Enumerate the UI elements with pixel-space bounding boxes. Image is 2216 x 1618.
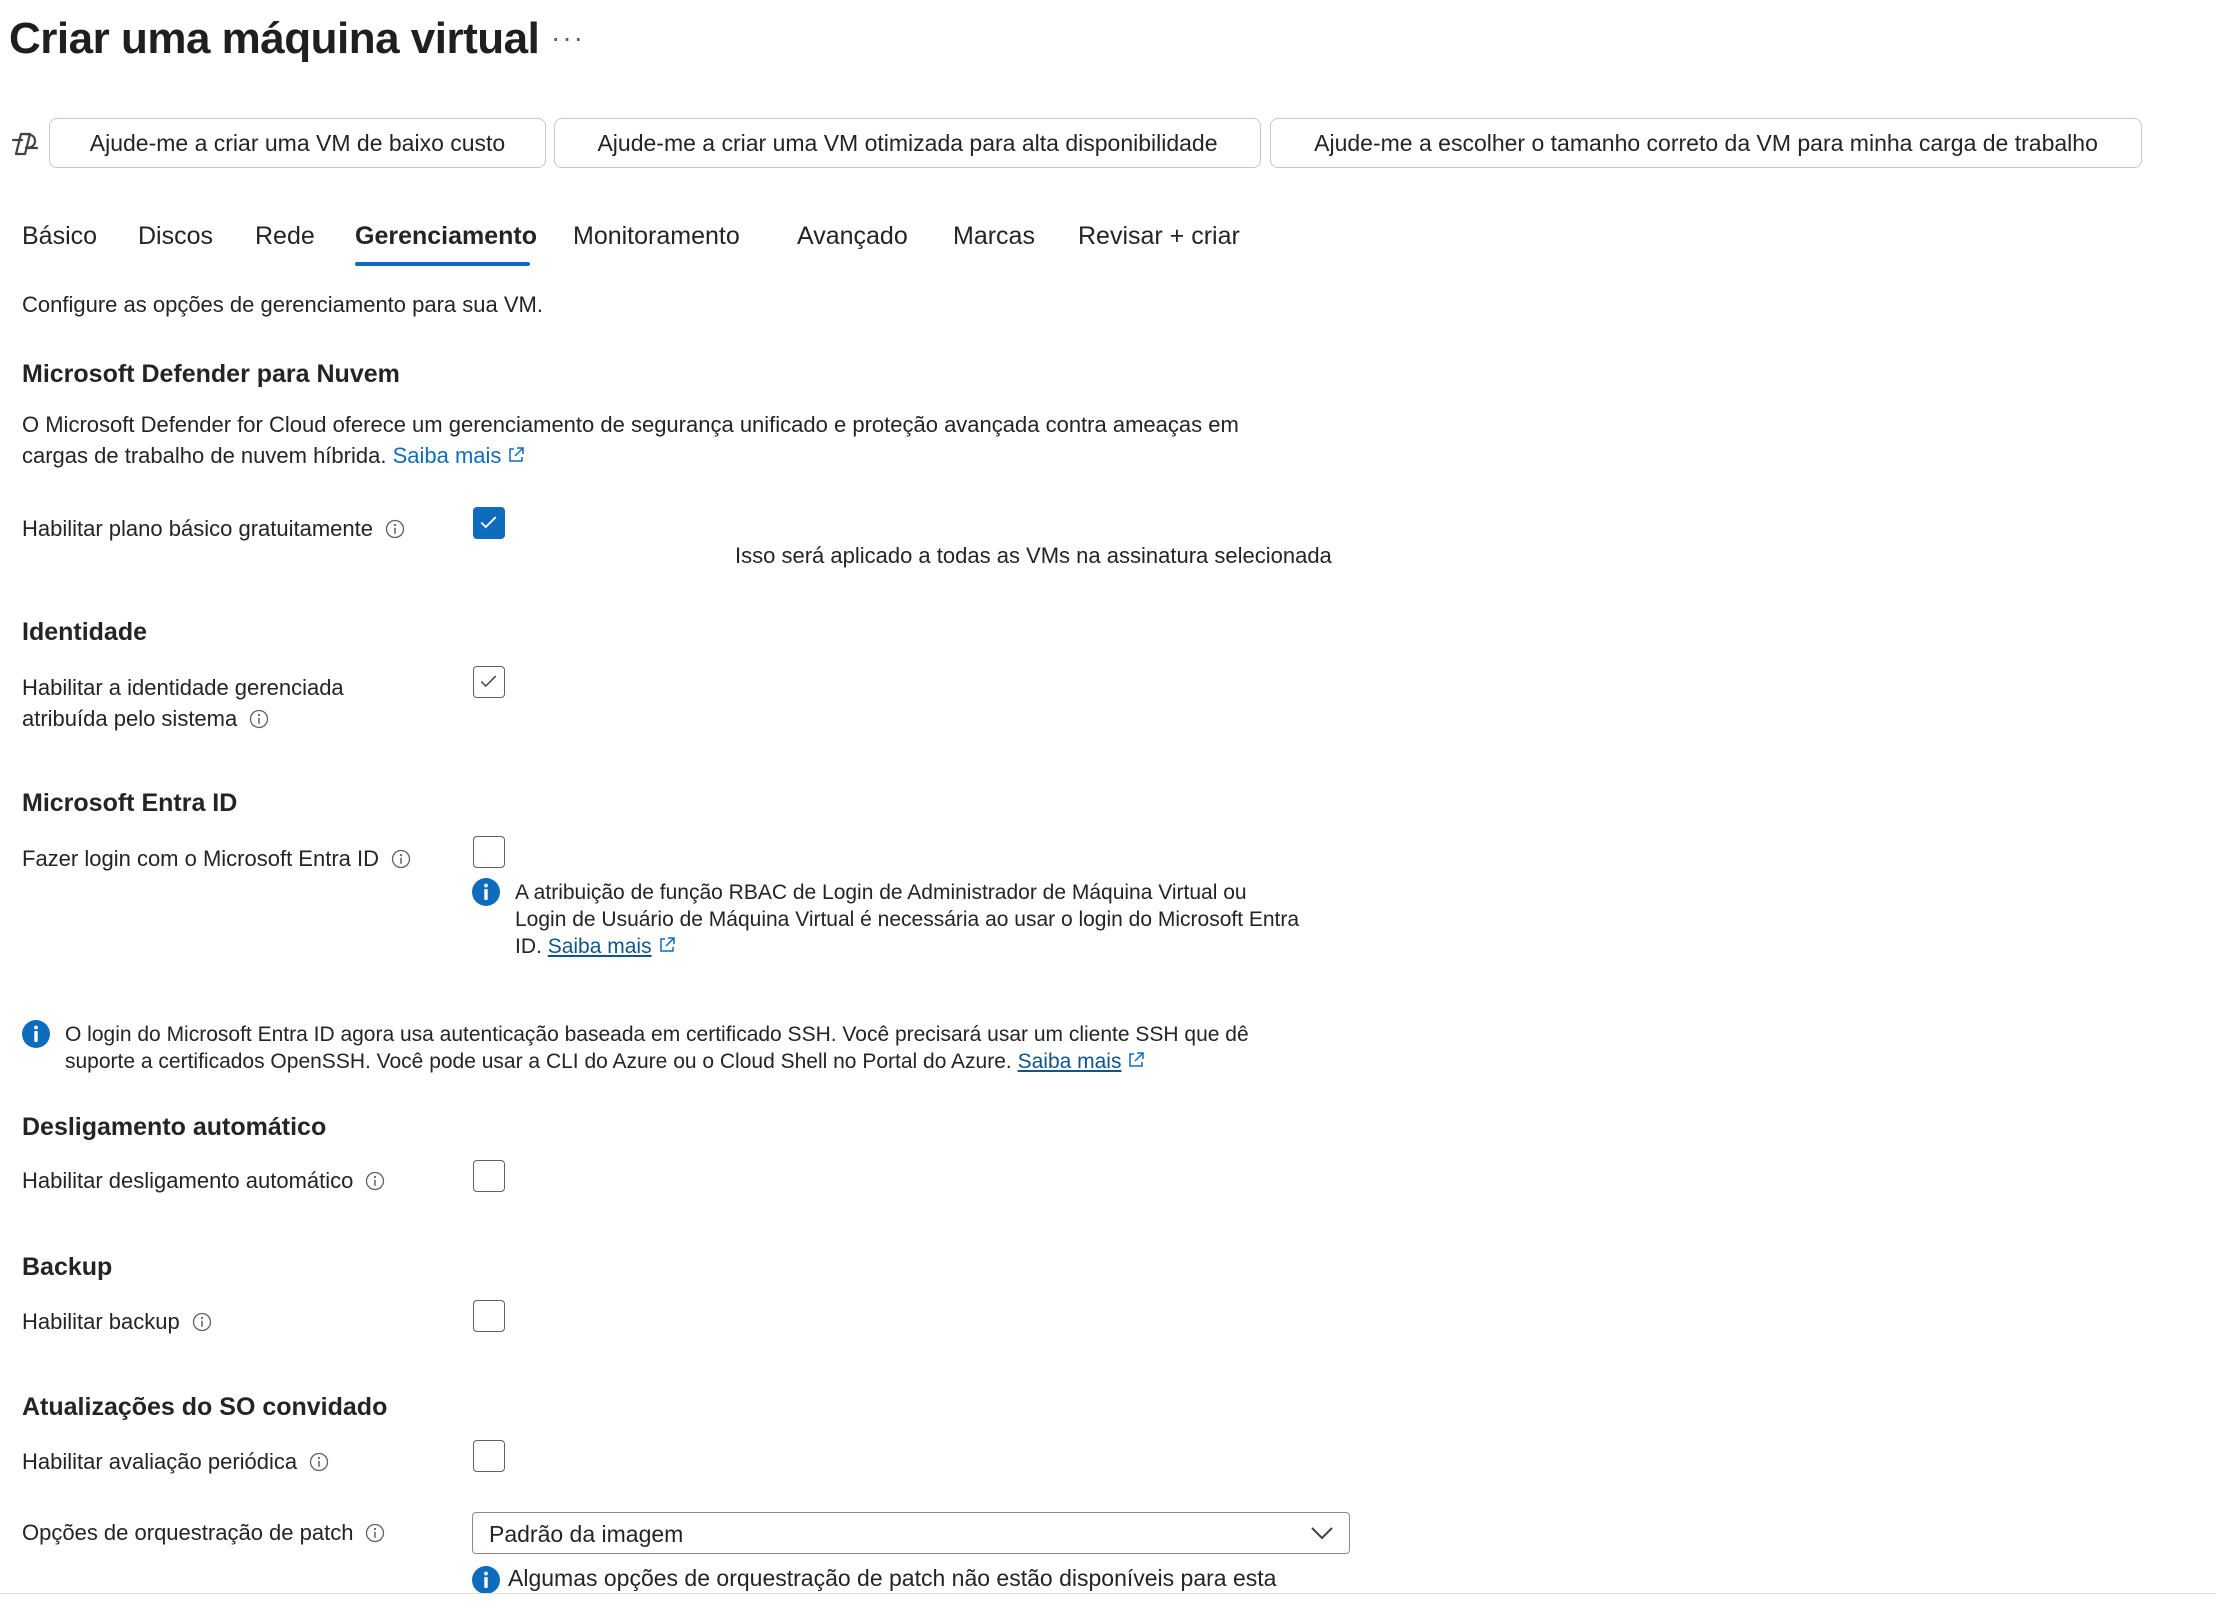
guest-updates-heading: Atualizações do SO convidado (22, 1393, 388, 1421)
defender-description-line1: O Microsoft Defender for Cloud oferece u… (22, 412, 1239, 437)
active-tab-indicator (355, 262, 530, 266)
autoshutdown-label: Habilitar desligamento automático (22, 1165, 385, 1196)
patch-orchestration-value: Padrão da imagem (489, 1521, 684, 1547)
info-badge-icon (472, 1566, 500, 1594)
copilot-chip-high-availability[interactable]: Ajude-me a criar uma VM otimizada para a… (554, 118, 1261, 168)
autoshutdown-heading: Desligamento automático (22, 1113, 327, 1141)
entra-login-checkbox[interactable] (473, 836, 505, 868)
info-icon[interactable] (385, 519, 405, 539)
copilot-chip-vm-size[interactable]: Ajude-me a escolher o tamanho correto da… (1270, 118, 2142, 168)
check-icon (480, 516, 497, 529)
patch-orchestration-label: Opções de orquestração de patch (22, 1517, 385, 1548)
tab-rede[interactable]: Rede (255, 222, 315, 251)
rbac-note-line1: A atribuição de função RBAC de Login de … (515, 881, 1247, 904)
entra-login-label: Fazer login com o Microsoft Entra ID (22, 843, 411, 874)
info-badge-icon (22, 1020, 50, 1048)
entra-heading: Microsoft Entra ID (22, 789, 238, 817)
tab-marcas[interactable]: Marcas (953, 222, 1035, 251)
backup-heading: Backup (22, 1253, 113, 1281)
defender-heading: Microsoft Defender para Nuvem (22, 360, 400, 388)
ssh-note-line2: suporte a certificados OpenSSH. Você pod… (65, 1048, 1145, 1075)
backup-checkbox[interactable] (473, 1300, 505, 1332)
defender-description-line2: cargas de trabalho de nuvem híbrida. Sai… (22, 440, 525, 471)
periodic-assessment-checkbox[interactable] (473, 1440, 505, 1472)
info-icon[interactable] (192, 1312, 212, 1332)
info-icon[interactable] (365, 1523, 385, 1543)
periodic-assessment-label: Habilitar avaliação periódica (22, 1446, 329, 1477)
check-icon (480, 675, 497, 688)
backup-label: Habilitar backup (22, 1306, 212, 1337)
tab-monitoramento[interactable]: Monitoramento (573, 222, 740, 251)
info-icon[interactable] (391, 849, 411, 869)
intro-text: Configure as opções de gerenciamento par… (22, 292, 543, 317)
identity-label-line2: atribuída pelo sistema (22, 703, 269, 734)
copilot-icon (11, 132, 39, 156)
patch-note: Algumas opções de orquestração de patch … (508, 1565, 1277, 1591)
tab-avancado[interactable]: Avançado (797, 222, 908, 251)
ssh-note-line1: O login do Microsoft Entra ID agora usa … (65, 1023, 1249, 1046)
tab-revisar-criar[interactable]: Revisar + criar (1078, 222, 1240, 251)
identity-label-line1: Habilitar a identidade gerenciada (22, 675, 344, 700)
defender-learn-more-link[interactable]: Saiba mais (393, 443, 526, 468)
info-icon[interactable] (309, 1452, 329, 1472)
rbac-note-line2: Login de Usuário de Máquina Virtual é ne… (515, 908, 1300, 931)
external-link-icon (1129, 1052, 1145, 1067)
autoshutdown-checkbox[interactable] (473, 1160, 505, 1192)
tab-discos[interactable]: Discos (138, 222, 213, 251)
patch-orchestration-dropdown[interactable]: Padrão da imagem (472, 1512, 1350, 1554)
rbac-note-line3: ID. Saiba mais (515, 933, 676, 960)
managed-identity-checkbox[interactable] (473, 666, 505, 698)
rbac-learn-more-link[interactable]: Saiba mais (548, 935, 652, 958)
page-title: Criar uma máquina virtual (9, 14, 540, 63)
external-link-icon (509, 447, 525, 462)
free-plan-checkbox[interactable] (473, 507, 505, 539)
identity-heading: Identidade (22, 618, 148, 646)
info-badge-icon (472, 878, 500, 906)
free-plan-label: Habilitar plano básico gratuitamente (22, 513, 405, 544)
free-plan-note: Isso será aplicado a todas as VMs na ass… (735, 543, 1332, 568)
info-icon[interactable] (249, 709, 269, 729)
ssh-learn-more-link[interactable]: Saiba mais (1018, 1050, 1122, 1073)
tab-basico[interactable]: Básico (22, 222, 97, 251)
tab-gerenciamento[interactable]: Gerenciamento (355, 222, 537, 251)
more-actions-button[interactable]: ··· (551, 22, 585, 54)
chevron-down-icon (1311, 1527, 1333, 1540)
copilot-chip-low-cost[interactable]: Ajude-me a criar uma VM de baixo custo (49, 118, 546, 168)
info-icon[interactable] (365, 1171, 385, 1191)
external-link-icon (659, 937, 675, 952)
bottom-divider (0, 1593, 2216, 1594)
